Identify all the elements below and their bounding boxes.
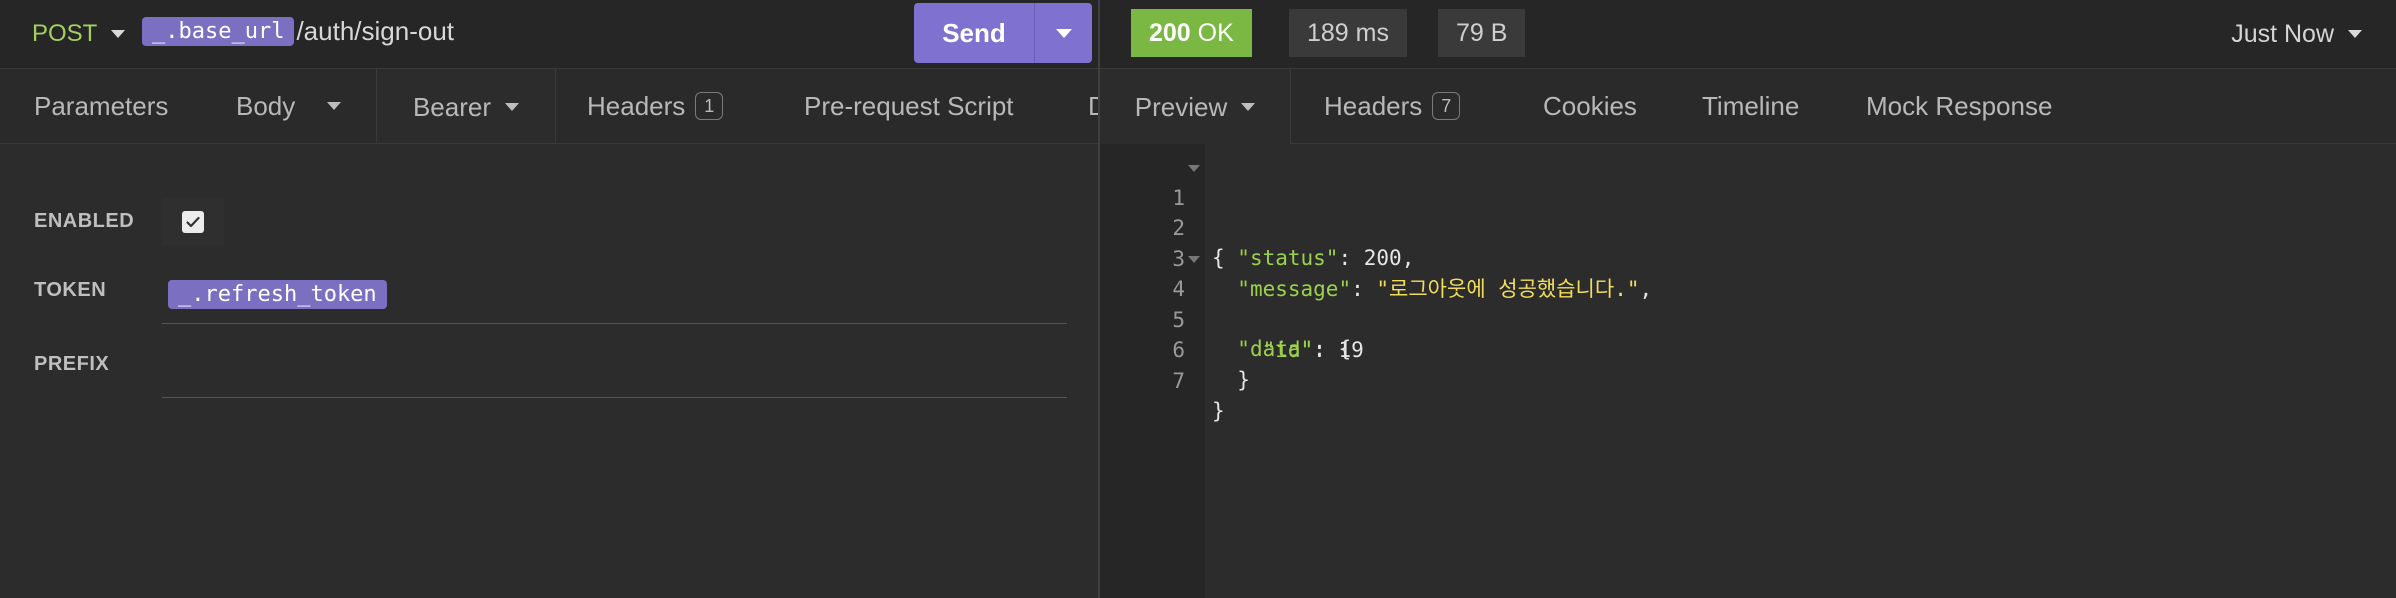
tab-auth-bearer[interactable]: Bearer — [376, 69, 556, 143]
fold-toggle-icon[interactable] — [1188, 165, 1200, 172]
tab-label: Headers — [1324, 91, 1423, 121]
tab-label: Body — [236, 91, 296, 121]
code-text: "message": "로그아웃에 성공했습니다.", — [1237, 277, 1653, 301]
token-input[interactable]: _.refresh_token — [168, 277, 387, 309]
response-size-badge: 79 B — [1438, 9, 1526, 57]
response-tabs: Preview Headers 7 Cookies Timeline Mock … — [1100, 69, 2396, 144]
tab-label: Headers — [587, 91, 686, 121]
chevron-down-icon — [2348, 30, 2362, 38]
prefix-input[interactable] — [168, 346, 1063, 386]
tab-label: Mock Response — [1866, 91, 2053, 121]
url-bar: POST _.base_url /auth/sign-out Send — [0, 0, 1098, 69]
tab-label: Parameters — [34, 91, 169, 121]
url-input[interactable]: _.base_url /auth/sign-out — [142, 16, 454, 47]
tab-headers[interactable]: Headers 1 — [587, 69, 724, 143]
tab-body[interactable]: Body — [236, 69, 342, 143]
chevron-down-icon — [1055, 28, 1072, 38]
tab-docs[interactable]: D — [1088, 69, 1098, 143]
request-tabs: Parameters Body Bearer Headers 1 Pre-req… — [0, 69, 1098, 144]
token-label: TOKEN — [34, 279, 107, 301]
status-text: OK — [1197, 19, 1234, 47]
tab-label: Pre-request Script — [804, 91, 1014, 121]
fold-toggle-icon[interactable] — [1188, 256, 1200, 263]
url-variable-tag[interactable]: _.base_url — [142, 17, 295, 46]
history-label: Just Now — [2231, 19, 2334, 48]
tab-label: Timeline — [1702, 91, 1800, 121]
status-badge: 200 OK — [1131, 9, 1252, 57]
send-label[interactable]: Send — [914, 3, 1035, 63]
code-text: "id": 19 — [1262, 338, 1364, 362]
code-line: 5 "id": 19 — [1100, 275, 1363, 362]
tab-label: D — [1088, 69, 1098, 143]
enabled-checkbox[interactable] — [162, 198, 224, 246]
json-key: "message" — [1237, 277, 1352, 301]
status-code: 200 — [1149, 19, 1191, 47]
prefix-field-underline — [162, 397, 1067, 398]
code-line: 4 "data": { — [1100, 244, 1351, 361]
send-button[interactable]: Send — [914, 3, 1092, 63]
json-string: "로그아웃에 성공했습니다." — [1376, 277, 1640, 301]
code-line: 2 "status": 200, — [1100, 183, 1414, 270]
chevron-down-icon — [505, 102, 520, 111]
tab-pre-request-script[interactable]: Pre-request Script — [804, 69, 1014, 143]
response-pane: 200 OK 189 ms 79 B Just Now Preview Head… — [1100, 0, 2396, 598]
request-pane: POST _.base_url /auth/sign-out Send Para… — [0, 0, 1098, 598]
tab-cookies[interactable]: Cookies — [1543, 69, 1637, 143]
code-text: } — [1212, 368, 1250, 392]
code-line: 1 { — [1100, 153, 1225, 270]
tab-label: Bearer — [412, 91, 492, 122]
enabled-label: ENABLED — [34, 210, 135, 232]
code-text: "status": 200, — [1237, 246, 1415, 270]
url-path: /auth/sign-out — [296, 16, 455, 46]
tab-label: Preview — [1134, 91, 1228, 122]
response-status-bar: 200 OK 189 ms 79 B Just Now — [1100, 0, 2396, 69]
prefix-label: PREFIX — [34, 353, 110, 375]
tab-response-headers[interactable]: Headers 7 — [1324, 69, 1461, 143]
json-key: "status" — [1237, 246, 1339, 270]
tab-timeline[interactable]: Timeline — [1702, 69, 1799, 143]
chevron-down-icon — [327, 102, 342, 110]
json-number: 19 — [1338, 338, 1364, 362]
headers-count-badge: 1 — [695, 92, 724, 120]
code-line: 7 } — [1100, 336, 1224, 423]
tab-parameters[interactable]: Parameters — [34, 69, 168, 143]
code-line: 6 } — [1100, 305, 1250, 392]
chevron-down-icon — [111, 30, 126, 38]
response-history-dropdown[interactable]: Just Now — [2231, 0, 2362, 68]
method-selector[interactable]: POST — [32, 0, 126, 68]
line-number: 7 — [1172, 369, 1185, 393]
checkmark-icon — [186, 216, 200, 228]
response-time-badge: 189 ms — [1289, 9, 1407, 57]
tab-label: Cookies — [1543, 91, 1637, 121]
token-field-underline — [162, 323, 1067, 324]
json-number: 200 — [1363, 246, 1402, 270]
code-line: 3 "message": "로그아웃에 성공했습니다.", — [1100, 214, 1652, 301]
token-variable-tag[interactable]: _.refresh_token — [168, 280, 387, 309]
chevron-down-icon — [1241, 102, 1256, 111]
tab-preview[interactable]: Preview — [1100, 69, 1291, 144]
headers-count-badge: 7 — [1432, 92, 1461, 120]
method-label: POST — [32, 20, 98, 47]
send-options-button[interactable] — [1035, 28, 1092, 38]
response-body-editor[interactable]: 1 { 2 "status": 200, 3 "message": "로그아웃에… — [1100, 144, 2396, 598]
code-text: } — [1212, 399, 1225, 423]
tab-mock-response[interactable]: Mock Response — [1866, 69, 2052, 143]
checkbox-checked[interactable] — [182, 211, 204, 233]
json-key: "id" — [1262, 338, 1314, 362]
